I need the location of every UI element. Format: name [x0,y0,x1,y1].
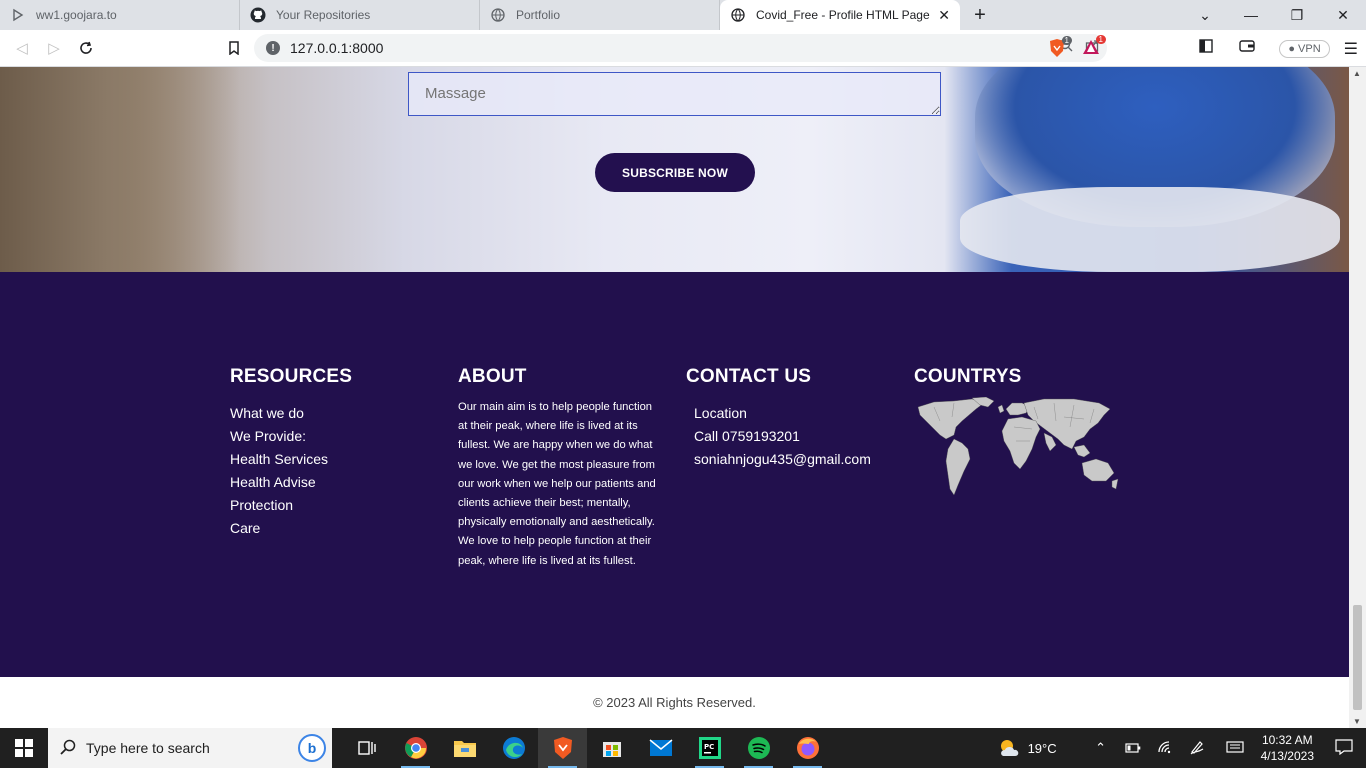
world-map-image [917,397,1119,496]
copyright-bar: © 2023 All Rights Reserved. [0,677,1349,728]
about-text: Our main aim is to help people function … [458,401,656,567]
chevron-up-icon[interactable]: ⌃ [1085,740,1117,756]
menu-icon[interactable]: ☰ [1344,39,1358,59]
tab-title: Covid_Free - Profile HTML Page [756,8,930,22]
resources-column: RESOURCES What we do We Provide: Health … [230,366,352,540]
resource-link[interactable]: Health Advise [230,471,352,494]
bing-icon[interactable]: b [298,734,326,762]
chrome-icon[interactable] [391,728,440,768]
firefox-icon[interactable] [783,728,832,768]
store-icon[interactable] [587,728,636,768]
resource-link[interactable]: We Provide: [230,425,352,448]
tab-search-icon[interactable]: ⌄ [1182,0,1228,30]
contact-phone[interactable]: Call 0759193201 [686,425,871,448]
message-field[interactable] [408,72,941,116]
back-button[interactable]: ◁ [6,32,38,64]
task-view-icon[interactable] [342,728,391,768]
github-icon [250,7,266,23]
forward-button[interactable]: ▷ [38,32,70,64]
about-heading: ABOUT [458,366,527,387]
system-tray: 19°C ⌃ 10:32 AM 4/13/2023 [998,728,1366,768]
address-bar[interactable]: ! 127.0.0.1:8000 [254,34,1107,62]
site-footer: RESOURCES What we do We Provide: Health … [0,272,1349,677]
tab-title: Your Repositories [276,8,371,22]
contact-heading: CONTACT US [686,366,812,387]
about-column: ABOUT Our main aim is to help people fun… [458,366,664,571]
tab-title: Portfolio [516,8,561,22]
pen-icon[interactable] [1181,739,1213,758]
brave-shields-icon[interactable]: 1 [1048,36,1072,63]
clock-date: 4/13/2023 [1260,749,1314,763]
globe-icon [730,7,746,23]
resource-link[interactable]: Care [230,517,352,540]
tab-portfolio[interactable]: Portfolio [480,0,720,30]
shield-badge: 1 [1061,36,1072,45]
minimize-button[interactable]: — [1228,0,1274,30]
svg-text:PC: PC [704,743,714,751]
browser-toolbar: ◁ ▷ ! 127.0.0.1:8000 1 1 ● VPN ☰ [0,30,1366,67]
wallet-icon[interactable] [1239,39,1256,58]
copyright-text: © 2023 All Rights Reserved. [593,695,756,710]
resources-heading: RESOURCES [230,366,353,387]
start-button[interactable] [0,728,48,768]
site-info-icon[interactable]: ! [266,41,280,55]
battery-icon[interactable] [1117,741,1149,756]
search-icon [60,739,76,758]
resource-link[interactable]: What we do [230,402,352,425]
contact-column: CONTACT US Location Call 0759193201 soni… [686,366,871,471]
window-controls: ⌄ — ❐ ✕ [1182,0,1366,30]
clock-time: 10:32 AM [1261,733,1313,747]
close-window-button[interactable]: ✕ [1320,0,1366,30]
scroll-up-icon[interactable]: ▲ [1353,69,1361,78]
resource-link[interactable]: Health Services [230,448,352,471]
bookmark-button[interactable] [218,32,250,64]
bookmark-icon [229,41,239,55]
restore-button[interactable]: ❐ [1274,0,1320,30]
rewards-badge: 1 [1095,35,1106,44]
new-tab-button[interactable]: + [960,0,1000,30]
tab-title: ww1.goojara.to [36,8,117,22]
windows-taskbar: Type here to search b PC 19°C ⌃ 10:32 AM… [0,728,1366,768]
edge-icon[interactable] [489,728,538,768]
scrollbar-thumb[interactable] [1353,605,1362,710]
brave-icon[interactable] [538,728,587,768]
vpn-button[interactable]: ● VPN [1279,39,1330,58]
globe-icon [490,7,506,23]
taskbar-apps: PC [342,728,832,768]
weather-widget[interactable]: 19°C [998,738,1057,758]
page-viewport: SUBSCRIBE NOW RESOURCES What we do We Pr… [0,67,1349,728]
file-explorer-icon[interactable] [440,728,489,768]
contact-section-background: SUBSCRIBE NOW [0,67,1349,272]
weather-cloud-sun-icon [1000,740,1018,756]
brave-rewards-icon[interactable]: 1 [1082,35,1106,63]
taskbar-search[interactable]: Type here to search b [48,728,332,768]
page-scrollbar[interactable]: ▲ ▼ [1349,67,1366,728]
pycharm-icon[interactable]: PC [685,728,734,768]
close-tab-icon[interactable]: ✕ [938,7,950,24]
spotify-icon[interactable] [734,728,783,768]
sidebar-icon[interactable] [1199,39,1214,58]
play-icon [10,7,26,23]
wifi-icon[interactable] [1149,740,1181,757]
notifications-icon[interactable] [1328,738,1360,758]
keyboard-icon[interactable] [1219,740,1251,756]
weather-temp: 19°C [1027,740,1057,756]
reload-icon [80,41,92,54]
contact-location[interactable]: Location [686,402,871,425]
tab-repositories[interactable]: Your Repositories [240,0,480,30]
scroll-down-icon[interactable]: ▼ [1353,717,1361,726]
clock[interactable]: 10:32 AM 4/13/2023 [1261,732,1314,764]
reload-button[interactable] [70,32,102,64]
tab-covid-free[interactable]: Covid_Free - Profile HTML Page ✕ [720,0,960,30]
url-text: 127.0.0.1:8000 [290,40,384,56]
mail-icon[interactable] [636,728,685,768]
windows-logo-icon [15,739,33,757]
subscribe-button[interactable]: SUBSCRIBE NOW [595,153,755,192]
tab-goojara[interactable]: ww1.goojara.to [0,0,240,30]
countries-heading: COUNTRYS [914,366,1022,387]
browser-tab-bar: ww1.goojara.to Your Repositories Portfol… [0,0,1366,30]
search-placeholder: Type here to search [86,740,210,756]
resource-link[interactable]: Protection [230,494,352,517]
contact-email[interactable]: soniahnjogu435@gmail.com [686,448,871,471]
